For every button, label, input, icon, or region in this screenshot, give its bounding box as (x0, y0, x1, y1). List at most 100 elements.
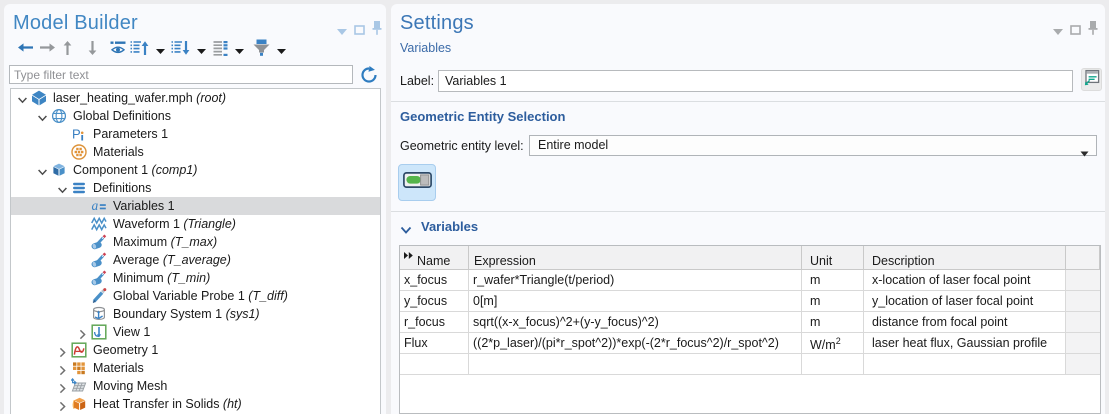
cell-description[interactable] (864, 354, 1066, 374)
table-row-flux[interactable]: Flux((2*p_laser)/(pi*r_spot^2))*exp(-(2*… (400, 333, 1100, 354)
cell-expression[interactable]: 0[m] (469, 291, 802, 311)
expanded-chevron-icon[interactable] (17, 93, 28, 104)
cell-description[interactable]: y_location of laser focal point (864, 291, 1066, 311)
cell-name[interactable]: x_focus (400, 270, 469, 290)
cell-description[interactable]: laser heat flux, Gaussian profile (864, 333, 1066, 353)
cell-expression[interactable]: sqrt((x-x_focus)^2+(y-y_focus)^2) (469, 312, 802, 332)
node-text-button[interactable] (213, 41, 244, 59)
dropdown-caret-icon[interactable] (156, 41, 165, 59)
tree-item-minimum[interactable]: Minimum (T_min) (11, 269, 380, 287)
document-window-icon (1082, 68, 1101, 92)
tree-item-global-definitions[interactable]: Global Definitions (11, 107, 380, 125)
collapsed-chevron-icon[interactable] (77, 327, 88, 338)
tree-item-laser-heating-wafer-mph[interactable]: laser_heating_wafer.mph (root) (11, 89, 380, 107)
tree-item-label: Boundary System 1 (sys1) (113, 305, 260, 323)
tree-item-heat-transfer-in-solids[interactable]: Heat Transfer in Solids (ht) (11, 395, 380, 413)
collapse-panel-chevron-icon[interactable] (1053, 22, 1063, 40)
tree-item-label: Materials (93, 359, 144, 377)
collapsed-chevron-icon[interactable] (57, 399, 68, 410)
move-up-button[interactable] (61, 41, 74, 59)
cell-name[interactable] (400, 354, 469, 374)
expanded-chevron-icon[interactable] (37, 165, 48, 176)
cell-expression[interactable]: r_wafer*Triangle(t/period) (469, 270, 802, 290)
table-row-r_focus[interactable]: r_focussqrt((x-x_focus)^2+(y-y_focus)^2)… (400, 312, 1100, 333)
tree-item-component-1[interactable]: Component 1 (comp1) (11, 161, 380, 179)
tree-item-boundary-system-1[interactable]: Boundary System 1 (sys1) (11, 305, 380, 323)
cell-description[interactable]: distance from focal point (864, 312, 1066, 332)
globe-icon (51, 108, 67, 124)
move-down-button[interactable] (86, 41, 99, 59)
collapsed-chevron-icon[interactable] (57, 345, 68, 356)
show-button[interactable] (110, 41, 126, 59)
refresh-button[interactable] (360, 66, 378, 84)
table-row-x_focus[interactable]: x_focusr_wafer*Triangle(t/period)mx-loca… (400, 270, 1100, 291)
tree-item-maximum[interactable]: Maximum (T_max) (11, 233, 380, 251)
column-header-unit[interactable]: Unit (802, 246, 864, 269)
pin-panel-icon[interactable] (1088, 21, 1098, 40)
cell-unit[interactable]: m (802, 270, 864, 290)
pin-panel-icon[interactable] (372, 21, 382, 40)
cell-unit[interactable]: m (802, 291, 864, 311)
boundary-system-icon (91, 306, 107, 322)
collapse-panel-chevron-icon[interactable] (337, 22, 347, 40)
dropdown-caret-icon[interactable] (277, 41, 286, 59)
column-header-description[interactable]: Description (864, 246, 1066, 269)
tree-item-tag: (T_diff) (245, 289, 288, 303)
tree-filter-input[interactable] (9, 65, 353, 84)
funnel-icon (253, 39, 270, 61)
tree-item-view-1[interactable]: View 1 (11, 323, 380, 341)
label-document-button[interactable] (1081, 68, 1102, 91)
parameters-icon: P (71, 126, 87, 142)
collapse-all-button[interactable] (130, 41, 165, 59)
tree-item-variables-1[interactable]: aVariables 1 (11, 197, 380, 215)
table-row-empty[interactable] (400, 354, 1100, 375)
cell-name[interactable]: r_focus (400, 312, 469, 332)
filter-button[interactable] (253, 41, 286, 59)
restore-panel-icon[interactable] (1070, 22, 1081, 40)
active-selection-toggle-button[interactable] (398, 164, 436, 201)
cell-unit[interactable]: W/m2 (802, 333, 864, 353)
table-row-y_focus[interactable]: y_focus0[m]my_location of laser focal po… (400, 291, 1100, 312)
dropdown-caret-icon[interactable] (235, 41, 244, 59)
forward-button[interactable] (39, 41, 56, 59)
tree-item-materials[interactable]: Materials (11, 143, 380, 161)
cell-filler (1066, 291, 1100, 311)
dropdown-caret-icon[interactable] (197, 41, 206, 59)
cell-unit[interactable]: m (802, 312, 864, 332)
label-input[interactable] (438, 70, 1073, 92)
collapsed-chevron-icon[interactable] (57, 363, 68, 374)
expand-columns-icon[interactable] (404, 249, 414, 263)
back-button[interactable] (17, 41, 34, 59)
cell-unit[interactable] (802, 354, 864, 374)
geometric-entity-level-select[interactable]: Entire model (529, 135, 1097, 156)
model-builder-window-controls (337, 21, 382, 40)
restore-panel-icon[interactable] (354, 22, 365, 40)
tree-item-geometry-1[interactable]: Geometry 1 (11, 341, 380, 359)
collapsed-chevron-icon[interactable] (57, 381, 68, 392)
geometric-entity-level-value: Entire model (538, 138, 608, 152)
tree-item-label: Maximum (T_max) (113, 233, 217, 251)
tree-item-waveform-1[interactable]: Waveform 1 (Triangle) (11, 215, 380, 233)
arrow-left-icon (17, 40, 34, 60)
cell-name[interactable]: y_focus (400, 291, 469, 311)
column-header-expression[interactable]: Expression (469, 246, 802, 269)
expand-all-button[interactable] (171, 41, 206, 59)
tree-item-average[interactable]: Average (T_average) (11, 251, 380, 269)
column-header-name[interactable]: Name (400, 246, 469, 269)
cell-expression[interactable] (469, 354, 802, 374)
tree-item-moving-mesh[interactable]: Moving Mesh (11, 377, 380, 395)
variables-section-header[interactable]: Variables (400, 218, 478, 234)
probe-pen-icon (91, 288, 107, 304)
tree-item-materials[interactable]: Materials (11, 359, 380, 377)
expanded-chevron-icon[interactable] (57, 183, 68, 194)
cell-name[interactable]: Flux (400, 333, 469, 353)
tree-item-label: laser_heating_wafer.mph (root) (53, 89, 226, 107)
tree-item-global-variable-probe-1[interactable]: Global Variable Probe 1 (T_diff) (11, 287, 380, 305)
tree-item-definitions[interactable]: Definitions (11, 179, 380, 197)
tree-item-parameters-1[interactable]: PParameters 1 (11, 125, 380, 143)
expanded-chevron-icon[interactable] (37, 111, 48, 122)
cell-description[interactable]: x-location of laser focal point (864, 270, 1066, 290)
cell-expression[interactable]: ((2*p_laser)/(pi*r_spot^2))*exp(-(2*r_fo… (469, 333, 802, 353)
tree-item-label: Global Variable Probe 1 (T_diff) (113, 287, 288, 305)
tree-item-label: Average (T_average) (113, 251, 231, 269)
